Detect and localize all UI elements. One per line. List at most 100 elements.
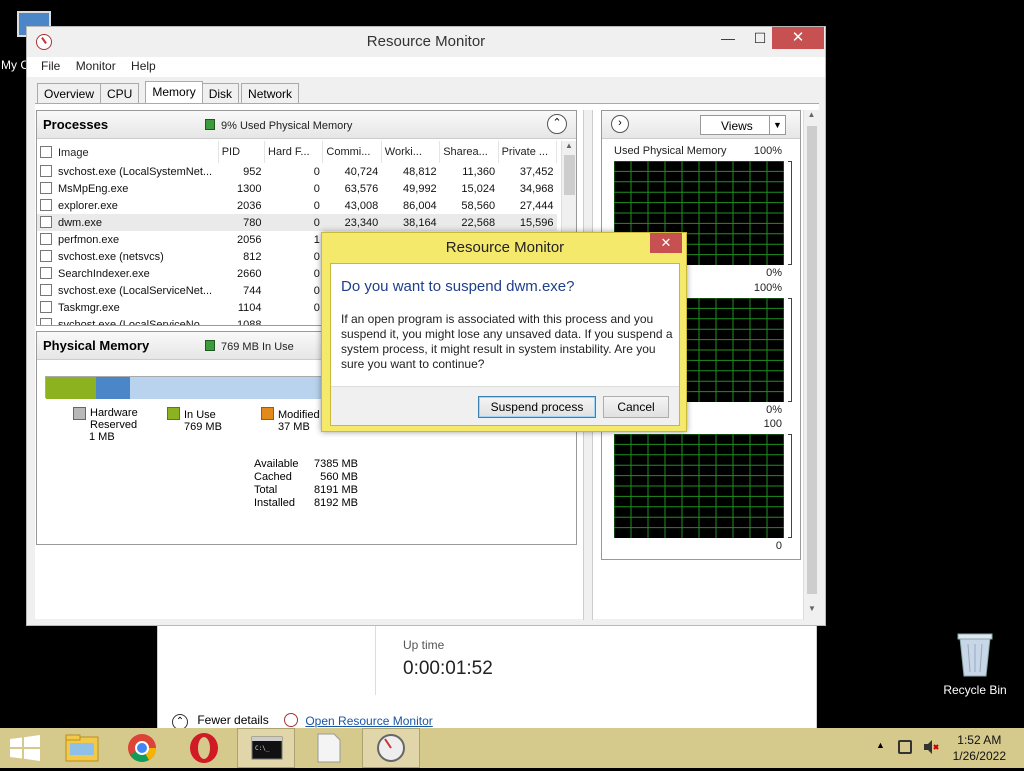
table-row[interactable]: svchost.exe (LocalSystemNet... 952 0 40,724…: [37, 163, 557, 180]
physical-memory-title: Physical Memory: [43, 338, 150, 353]
process-value-cell: 48,812: [403, 165, 437, 178]
maximize-button[interactable]: ☐: [747, 27, 773, 49]
menu-help[interactable]: Help: [125, 57, 162, 75]
table-row[interactable]: MsMpEng.exe 1300 0 63,576 49,992 15,024 34,968: [37, 180, 557, 197]
views-dropdown[interactable]: Views ▼: [700, 115, 786, 135]
uptime-label: Up time: [403, 638, 445, 652]
dialog-footer: Suspend process Cancel: [331, 386, 679, 425]
col-pid[interactable]: PID: [218, 141, 266, 163]
col-commit[interactable]: Commi...: [322, 141, 382, 163]
graph-scale-bracket: [788, 298, 792, 402]
row-checkbox[interactable]: [40, 233, 52, 245]
recycle-bin-icon[interactable]: [954, 630, 996, 678]
tab-disk[interactable]: Disk: [201, 83, 240, 103]
scroll-thumb[interactable]: [564, 155, 575, 195]
table-header-row: Image PID Hard F... Commi... Worki... Sh…: [37, 141, 558, 163]
processes-title: Processes: [43, 117, 109, 132]
process-image-cell: svchost.exe (LocalServiceNet...: [37, 282, 218, 299]
collapse-icon[interactable]: ⌃: [547, 114, 567, 134]
opera-taskbar-button[interactable]: [174, 728, 232, 768]
views-label: Views: [721, 119, 753, 133]
notepad-taskbar-button[interactable]: [300, 728, 358, 768]
close-button[interactable]: ✕: [772, 27, 824, 49]
row-checkbox[interactable]: [40, 318, 52, 325]
row-checkbox[interactable]: [40, 216, 52, 228]
hardware-reserved-value: 1 MB: [89, 431, 115, 443]
processes-header[interactable]: Processes 9% Used Physical Memory ⌃: [37, 111, 576, 139]
graph-scale-bracket: [788, 434, 792, 538]
col-private[interactable]: Private ...: [498, 141, 558, 163]
taskbar: C:\_ ▲ 1:52 AM 1/26/2022: [0, 728, 1024, 768]
table-row[interactable]: dwm.exe 780 0 23,340 38,164 22,568 15,596: [37, 214, 557, 231]
select-all-checkbox[interactable]: [40, 145, 52, 158]
process-value-cell: 0: [313, 199, 320, 212]
tab-cpu[interactable]: CPU: [100, 83, 140, 103]
col-shareable[interactable]: Sharea...: [439, 141, 499, 163]
dialog-close-button[interactable]: ✕: [650, 233, 682, 253]
memory-stats: Available 7385 MB Cached 560 MB Total 8191 …: [254, 458, 358, 510]
memory-bar-in-use: [46, 377, 96, 399]
title-bar[interactable]: Resource Monitor — ☐ ✕: [27, 27, 825, 57]
show-hidden-icons-icon[interactable]: ▲: [876, 740, 885, 750]
col-hard-faults[interactable]: Hard F...: [264, 141, 324, 163]
windows-logo-icon: [10, 735, 40, 761]
volume-muted-icon[interactable]: [922, 739, 940, 755]
process-image-cell: explorer.exe: [37, 197, 218, 214]
process-value-cell: 40,724: [344, 165, 379, 178]
network-icon[interactable]: [898, 740, 912, 754]
process-image-cell: MsMpEng.exe: [37, 180, 218, 197]
process-image-cell: Taskmgr.exe: [37, 299, 218, 316]
physical-memory-status: 769 MB In Use: [205, 340, 294, 353]
start-button[interactable]: [0, 728, 58, 768]
row-checkbox[interactable]: [40, 165, 52, 177]
minimize-button[interactable]: —: [715, 27, 741, 49]
cancel-button[interactable]: Cancel: [603, 396, 669, 418]
in-use-label: In Use: [184, 409, 216, 421]
stat-row: Installed 8192 MB: [254, 497, 358, 509]
my-computer-label: My C: [1, 58, 29, 72]
row-checkbox[interactable]: [40, 284, 52, 296]
graphs-scrollbar[interactable]: ▲ ▼: [803, 110, 819, 620]
file-explorer-taskbar-button[interactable]: [58, 728, 116, 768]
suspend-process-button[interactable]: Suspend process: [478, 396, 596, 418]
memory-bar-modified: [96, 377, 130, 399]
tab-overview[interactable]: Overview: [37, 83, 102, 103]
row-checkbox[interactable]: [40, 199, 52, 211]
resource-monitor-icon: [377, 734, 405, 762]
row-checkbox[interactable]: [40, 250, 52, 262]
process-value-cell: 27,444: [519, 199, 554, 212]
graph-canvas: [614, 434, 784, 538]
row-checkbox[interactable]: [40, 182, 52, 194]
scroll-thumb[interactable]: [807, 126, 817, 594]
open-resource-monitor-link[interactable]: Open Resource Monitor: [284, 713, 433, 728]
menu-file[interactable]: File: [35, 57, 66, 75]
modified-swatch: [261, 407, 274, 420]
col-image[interactable]: Image: [37, 141, 219, 163]
expand-graphs-icon[interactable]: ›: [611, 115, 629, 133]
scroll-down-icon[interactable]: ▼: [804, 604, 820, 613]
graph-max-label: 100%: [753, 282, 782, 294]
process-value-cell: 0: [313, 267, 320, 280]
row-checkbox[interactable]: [40, 301, 52, 313]
table-row[interactable]: explorer.exe 2036 0 43,008 86,004 58,560 27,44…: [37, 197, 557, 214]
col-working[interactable]: Worki...: [381, 141, 441, 163]
chrome-taskbar-button[interactable]: [116, 728, 174, 768]
status-indicator-icon: [205, 119, 215, 130]
process-value-cell: 11,360: [462, 165, 496, 178]
svg-text:C:\_: C:\_: [255, 745, 270, 752]
tab-network[interactable]: Network: [241, 83, 300, 103]
process-value-cell: 1: [313, 233, 320, 246]
cmd-taskbar-button[interactable]: C:\_: [237, 728, 295, 768]
resource-monitor-taskbar-button[interactable]: [362, 728, 420, 768]
scroll-up-icon[interactable]: ▲: [804, 110, 819, 119]
window-title: Resource Monitor: [366, 33, 486, 50]
process-value-cell: 1104: [237, 301, 262, 314]
row-checkbox[interactable]: [40, 267, 52, 279]
scroll-up-icon[interactable]: ▲: [562, 141, 576, 150]
system-clock[interactable]: 1:52 AM 1/26/2022: [953, 732, 1006, 764]
process-value-cell: 38,164: [381, 214, 440, 231]
clock-date: 1/26/2022: [952, 749, 1006, 763]
tab-memory[interactable]: Memory: [145, 81, 203, 103]
document-icon: [317, 733, 341, 763]
menu-monitor[interactable]: Monitor: [70, 57, 122, 75]
